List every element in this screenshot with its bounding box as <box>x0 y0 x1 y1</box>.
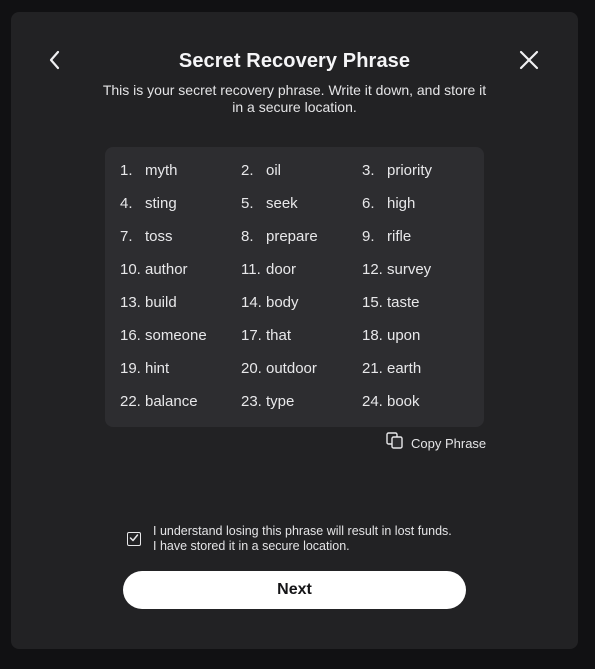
phrase-word-text: priority <box>387 162 433 179</box>
phrase-word-6: 6. high <box>362 194 415 214</box>
phrase-word-18: 18. upon <box>362 326 420 346</box>
phrase-word-8: 8. prepare <box>241 227 318 247</box>
phrase-word-text: someone <box>145 327 207 344</box>
phrase-word-text: hint <box>145 360 170 377</box>
consent-checkbox[interactable] <box>127 532 141 546</box>
copy-phrase-label: Copy Phrase <box>411 435 487 451</box>
phrase-word-text: author <box>145 261 188 278</box>
phrase-word-text: rifle <box>387 228 412 245</box>
phrase-word-10: 10. author <box>120 260 188 280</box>
phrase-word-text: door <box>266 261 297 278</box>
phrase-word-number: 7. <box>120 228 133 245</box>
consent-text: I understand losing this phrase will res… <box>153 524 452 554</box>
page-subtitle: This is your secret recovery phrase. Wri… <box>102 82 487 115</box>
phrase-word-22: 22. balance <box>120 392 198 412</box>
page-title: Secret Recovery Phrase <box>178 50 411 72</box>
phrase-word-number: 3. <box>362 162 375 179</box>
phrase-word-16: 16. someone <box>120 326 207 346</box>
phrase-word-text: that <box>266 327 292 344</box>
phrase-word-number: 23. <box>241 393 262 410</box>
phrase-word-12: 12. survey <box>362 260 431 280</box>
recovery-phrase-panel: Secret Recovery Phrase This is your secr… <box>11 12 578 649</box>
next-button[interactable]: Next <box>123 571 466 609</box>
phrase-word-text: oil <box>266 162 282 179</box>
consent-line-1: I understand losing this phrase will res… <box>153 524 452 538</box>
phrase-word-number: 15. <box>362 294 383 311</box>
phrase-word-15: 15. taste <box>362 293 420 313</box>
phrase-word-text: type <box>266 393 295 410</box>
phrase-word-7: 7. toss <box>120 227 173 247</box>
phrase-word-number: 4. <box>120 195 133 212</box>
phrase-word-number: 12. <box>362 261 383 278</box>
phrase-word-17: 17. that <box>241 326 291 346</box>
phrase-word-text: build <box>145 294 177 311</box>
phrase-word-text: toss <box>145 228 173 245</box>
recovery-phrase-grid: 1. myth 2. oil 3. priority 4. sting 5. seek 6. high… <box>105 147 484 427</box>
phrase-word-number: 11. <box>241 261 261 278</box>
phrase-word-text: earth <box>387 360 422 377</box>
phrase-word-number: 18. <box>362 327 383 344</box>
phrase-word-21: 21. earth <box>362 359 421 379</box>
phrase-word-number: 8. <box>241 228 254 245</box>
phrase-word-14: 14. body <box>241 293 299 313</box>
phrase-word-13: 13. build <box>120 293 177 313</box>
phrase-word-2: 2. oil <box>241 161 281 181</box>
phrase-word-text: upon <box>387 327 421 344</box>
phrase-word-text: myth <box>145 162 178 179</box>
close-button[interactable] <box>515 48 543 76</box>
phrase-word-number: 21. <box>362 360 383 377</box>
phrase-word-number: 5. <box>241 195 254 212</box>
phrase-word-text: body <box>266 294 299 311</box>
phrase-word-number: 2. <box>241 162 254 179</box>
phrase-word-9: 9. rifle <box>362 227 411 247</box>
phrase-word-number: 24. <box>362 393 383 410</box>
phrase-word-23: 23. type <box>241 392 294 412</box>
phrase-word-text: survey <box>387 261 432 278</box>
phrase-word-text: seek <box>266 195 298 212</box>
phrase-word-5: 5. seek <box>241 194 298 214</box>
phrase-word-number: 9. <box>362 228 375 245</box>
phrase-word-number: 10. <box>120 261 141 278</box>
phrase-word-number: 6. <box>362 195 375 212</box>
phrase-word-number: 16. <box>120 327 141 344</box>
copy-phrase-button[interactable]: Copy Phrase <box>386 432 487 454</box>
phrase-word-24: 24. book <box>362 392 420 412</box>
phrase-word-text: balance <box>145 393 198 410</box>
consent-row: I understand losing this phrase will res… <box>127 524 467 554</box>
phrase-word-text: outdoor <box>266 360 317 377</box>
phrase-word-3: 3. priority <box>362 161 432 181</box>
phrase-word-19: 19. hint <box>120 359 169 379</box>
phrase-word-number: 22. <box>120 393 141 410</box>
phrase-word-number: 14. <box>241 294 262 311</box>
consent-line-2: I have stored it in a secure location. <box>153 539 350 553</box>
phrase-word-11: 11. door <box>241 260 296 280</box>
phrase-word-1: 1. myth <box>120 161 178 181</box>
close-icon <box>519 50 539 75</box>
phrase-word-number: 19. <box>120 360 141 377</box>
phrase-word-number: 1. <box>120 162 133 179</box>
phrase-word-4: 4. sting <box>120 194 177 214</box>
phrase-word-number: 17. <box>241 327 262 344</box>
phrase-word-20: 20. outdoor <box>241 359 317 379</box>
phrase-word-text: high <box>387 195 416 212</box>
checkmark-icon <box>129 530 139 548</box>
phrase-word-text: book <box>387 393 420 410</box>
phrase-word-text: taste <box>387 294 420 311</box>
phrase-word-number: 20. <box>241 360 262 377</box>
phrase-word-text: sting <box>145 195 177 212</box>
copy-icon <box>386 432 403 454</box>
phrase-word-text: prepare <box>266 228 318 245</box>
phrase-word-number: 13. <box>120 294 141 311</box>
